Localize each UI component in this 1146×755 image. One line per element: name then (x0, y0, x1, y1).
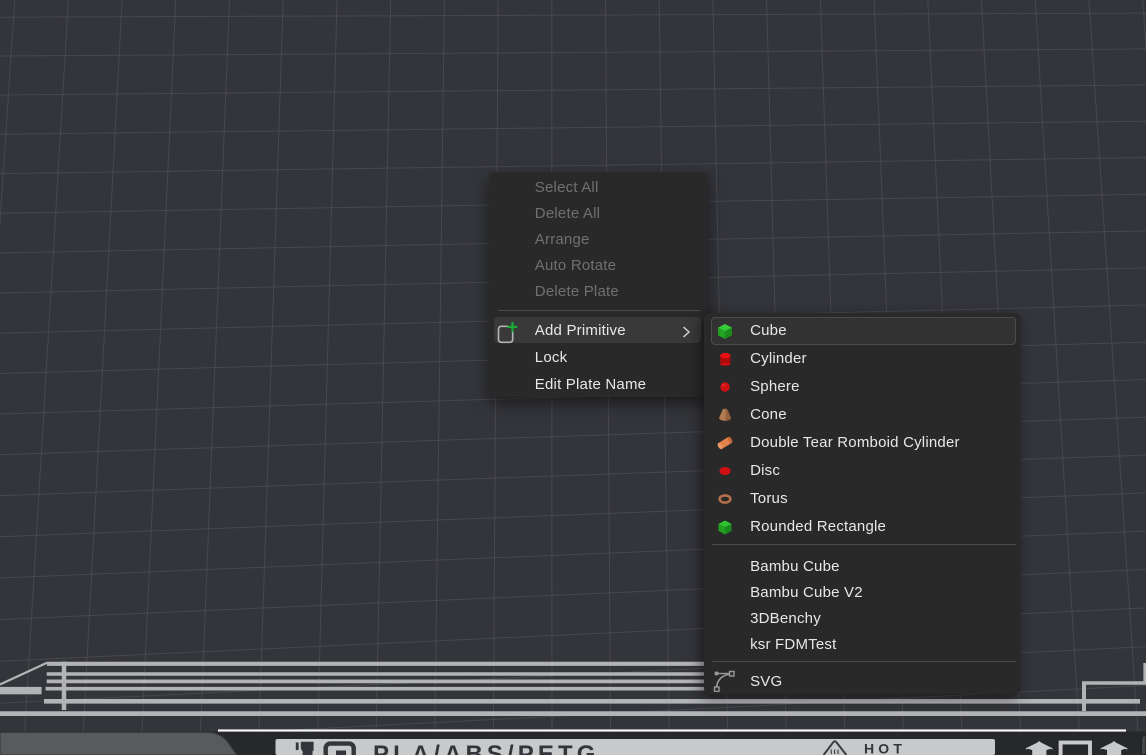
svg-text:HOT: HOT (864, 741, 906, 755)
svg-text:PLA/ABS/PETG: PLA/ABS/PETG (373, 741, 600, 755)
